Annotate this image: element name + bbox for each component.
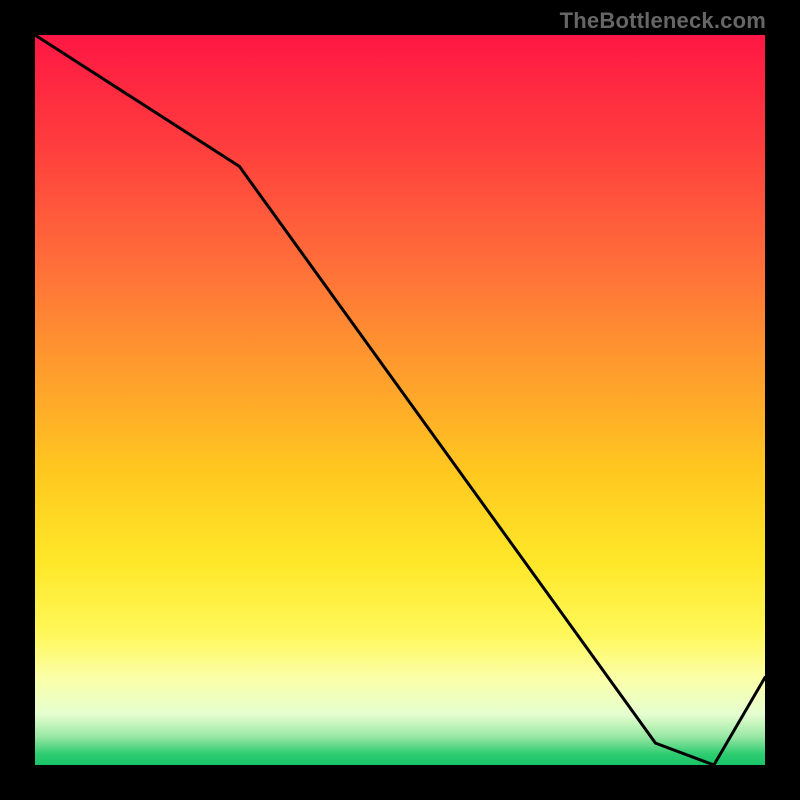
plot-area	[35, 35, 765, 765]
branding-watermark: TheBottleneck.com	[560, 8, 766, 34]
gradient-background	[35, 35, 765, 765]
chart-frame: TheBottleneck.com	[0, 0, 800, 800]
